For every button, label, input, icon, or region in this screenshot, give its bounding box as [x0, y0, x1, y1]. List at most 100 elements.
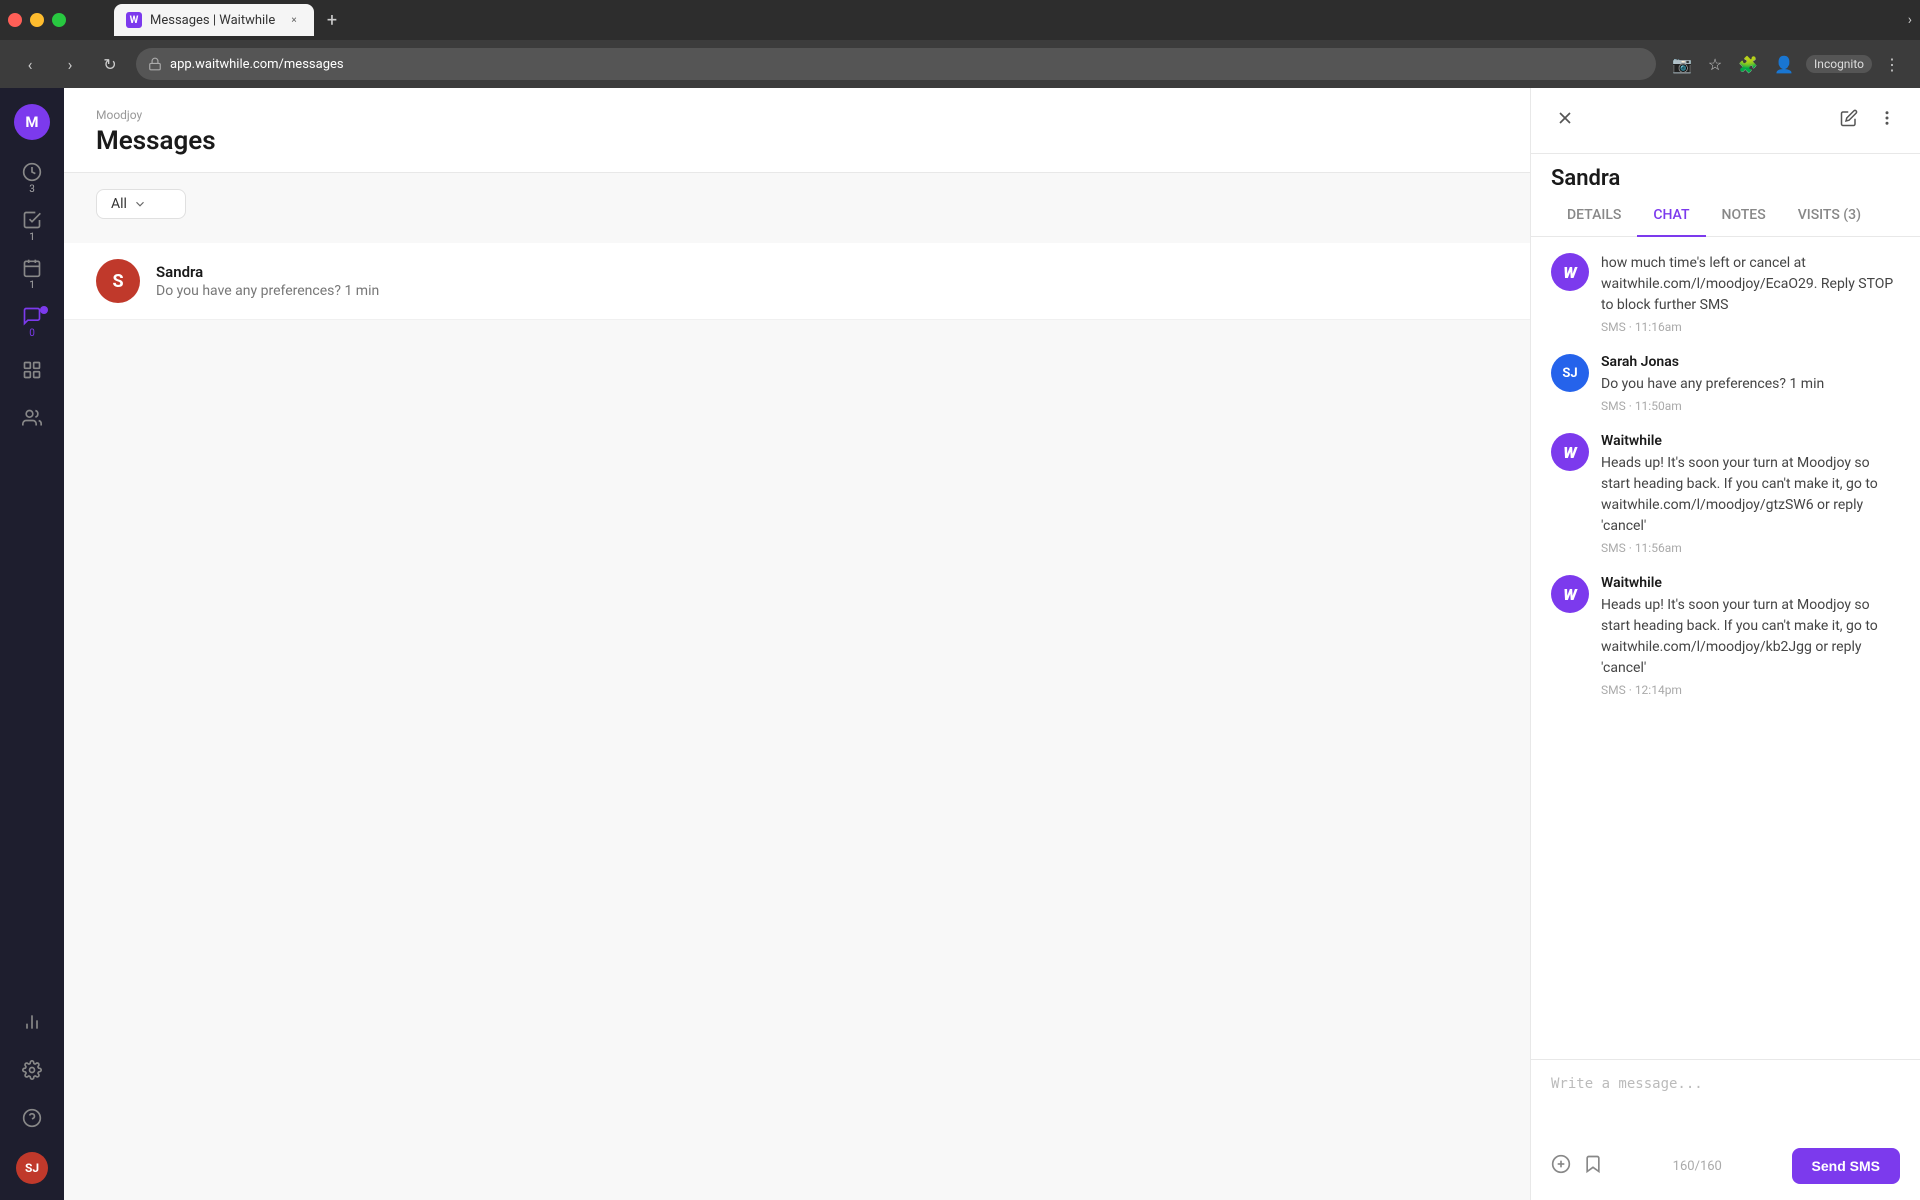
- groups-icon: [22, 360, 42, 380]
- maximize-window-button[interactable]: [52, 13, 66, 27]
- message-info: Sandra Do you have any preferences? 1 mi…: [156, 263, 1498, 299]
- tab-overflow-icon: ›: [1908, 12, 1912, 28]
- list-item[interactable]: S Sandra Do you have any preferences? 1 …: [64, 243, 1530, 320]
- minimize-window-button[interactable]: [30, 13, 44, 27]
- tab-favicon: W: [126, 12, 142, 28]
- reload-button[interactable]: ↻: [96, 50, 124, 78]
- panel-header: [1531, 88, 1920, 154]
- sidebar-item-people[interactable]: [10, 396, 54, 440]
- edit-icon[interactable]: [1836, 105, 1862, 136]
- sidebar-item-calendar[interactable]: 1: [10, 252, 54, 296]
- tab-notes[interactable]: NOTES: [1706, 195, 1782, 237]
- sidebar-item-checklist[interactable]: 1: [10, 204, 54, 248]
- add-icon[interactable]: [1551, 1154, 1571, 1179]
- address-bar[interactable]: app.waitwhile.com/messages: [136, 48, 1656, 80]
- tab-title: Messages | Waitwhile: [150, 13, 278, 28]
- contact-avatar: S: [96, 259, 140, 303]
- chat-body: Sarah Jonas Do you have any preferences?…: [1601, 354, 1900, 413]
- close-window-button[interactable]: [8, 13, 22, 27]
- sender-avatar: W: [1551, 575, 1589, 613]
- checklist-badge: 1: [29, 232, 35, 243]
- sidebar-item-settings[interactable]: [10, 1048, 54, 1092]
- close-icon: [1555, 108, 1575, 128]
- panel-action-icons: [1836, 105, 1900, 136]
- browser-icons: 📷 ☆ 🧩 👤 Incognito ⋮: [1668, 51, 1904, 78]
- messages-icon: [22, 306, 42, 326]
- active-tab[interactable]: W Messages | Waitwhile ×: [114, 4, 314, 36]
- incognito-badge: Incognito: [1806, 55, 1872, 73]
- calendar-icon: [22, 258, 42, 278]
- filter-value: All: [111, 196, 127, 212]
- sender-avatar: W: [1551, 253, 1589, 291]
- browser-chrome: W Messages | Waitwhile × + › ‹ › ↻ app.w…: [0, 0, 1920, 88]
- send-sms-button[interactable]: Send SMS: [1792, 1148, 1900, 1184]
- dashboard-icon: [22, 162, 42, 182]
- chat-text: how much time's left or cancel at waitwh…: [1601, 253, 1900, 316]
- panel-contact-name: Sandra: [1531, 154, 1920, 191]
- chat-timestamp: SMS · 11:50am: [1601, 399, 1900, 413]
- browser-controls: ‹ › ↻ app.waitwhile.com/messages 📷 ☆ 🧩 👤…: [0, 40, 1920, 88]
- input-icons: [1551, 1154, 1603, 1179]
- filter-bar: All: [64, 173, 1530, 235]
- tab-chat[interactable]: CHAT: [1637, 195, 1705, 237]
- tab-details[interactable]: DETAILS: [1551, 195, 1637, 237]
- right-panel: Sandra DETAILS CHAT NOTES VISITS (3) W h…: [1530, 88, 1920, 1200]
- dashboard-badge: 3: [29, 184, 35, 195]
- tab-bar: W Messages | Waitwhile × + ›: [0, 0, 1920, 40]
- chat-body: Waitwhile Heads up! It's soon your turn …: [1601, 433, 1900, 555]
- messages-badge: 0: [29, 328, 35, 339]
- more-options-panel-icon[interactable]: [1874, 105, 1900, 136]
- chevron-down-icon: [133, 197, 147, 211]
- more-options-icon[interactable]: ⋮: [1880, 51, 1904, 78]
- sidebar-item-messages[interactable]: 0: [10, 300, 54, 344]
- sidebar-item-groups[interactable]: [10, 348, 54, 392]
- app: M 3 1 1 0: [0, 88, 1920, 1200]
- filter-dropdown[interactable]: All: [96, 189, 186, 219]
- incognito-label: Incognito: [1814, 57, 1864, 71]
- tab-close-button[interactable]: ×: [286, 12, 302, 28]
- profile-icon[interactable]: 👤: [1770, 51, 1798, 78]
- chat-timestamp: SMS · 11:16am: [1601, 320, 1900, 334]
- chat-message: W Waitwhile Heads up! It's soon your tur…: [1551, 433, 1900, 555]
- message-list: S Sandra Do you have any preferences? 1 …: [64, 235, 1530, 1200]
- chat-text: Do you have any preferences? 1 min: [1601, 374, 1900, 395]
- chat-body: Waitwhile Heads up! It's soon your turn …: [1601, 575, 1900, 697]
- messages-notification-dot: [40, 306, 48, 314]
- sender-avatar: W: [1551, 433, 1589, 471]
- chat-message: W how much time's left or cancel at wait…: [1551, 253, 1900, 334]
- people-icon: [22, 408, 42, 428]
- input-toolbar: 160/160 Send SMS: [1551, 1148, 1900, 1184]
- traffic-lights: [8, 13, 66, 27]
- chat-text: Heads up! It's soon your turn at Moodjoy…: [1601, 595, 1900, 679]
- message-input[interactable]: [1551, 1076, 1900, 1136]
- chat-sender-name: Waitwhile: [1601, 433, 1900, 449]
- chat-message: SJ Sarah Jonas Do you have any preferenc…: [1551, 354, 1900, 413]
- calendar-badge: 1: [29, 280, 35, 291]
- page-title: Messages: [96, 126, 1498, 156]
- sidebar-item-help[interactable]: [10, 1096, 54, 1140]
- bookmark-icon[interactable]: ☆: [1704, 51, 1726, 78]
- sidebar: M 3 1 1 0: [0, 88, 64, 1200]
- breadcrumb: Moodjoy: [96, 108, 1498, 122]
- org-avatar[interactable]: M: [14, 104, 50, 140]
- analytics-icon: [22, 1012, 42, 1032]
- back-button[interactable]: ‹: [16, 50, 44, 78]
- chat-timestamp: SMS · 11:56am: [1601, 541, 1900, 555]
- tab-visits[interactable]: VISITS (3): [1782, 195, 1877, 237]
- user-avatar[interactable]: SJ: [16, 1152, 48, 1184]
- lock-icon: [148, 57, 162, 71]
- panel-close-button[interactable]: [1551, 104, 1579, 137]
- chat-sender-name: Waitwhile: [1601, 575, 1900, 591]
- help-icon: [22, 1108, 42, 1128]
- camera-off-icon[interactable]: 📷: [1668, 51, 1696, 78]
- forward-button[interactable]: ›: [56, 50, 84, 78]
- sender-avatar: SJ: [1551, 354, 1589, 392]
- extensions-icon[interactable]: 🧩: [1734, 51, 1762, 78]
- sidebar-item-dashboard[interactable]: 3: [10, 156, 54, 200]
- sidebar-item-analytics[interactable]: [10, 1000, 54, 1044]
- message-input-area: 160/160 Send SMS: [1531, 1059, 1920, 1200]
- message-preview: Do you have any preferences? 1 min: [156, 283, 1498, 299]
- chat-messages: W how much time's left or cancel at wait…: [1531, 237, 1920, 1059]
- bookmark-input-icon[interactable]: [1583, 1154, 1603, 1179]
- new-tab-button[interactable]: +: [318, 6, 346, 34]
